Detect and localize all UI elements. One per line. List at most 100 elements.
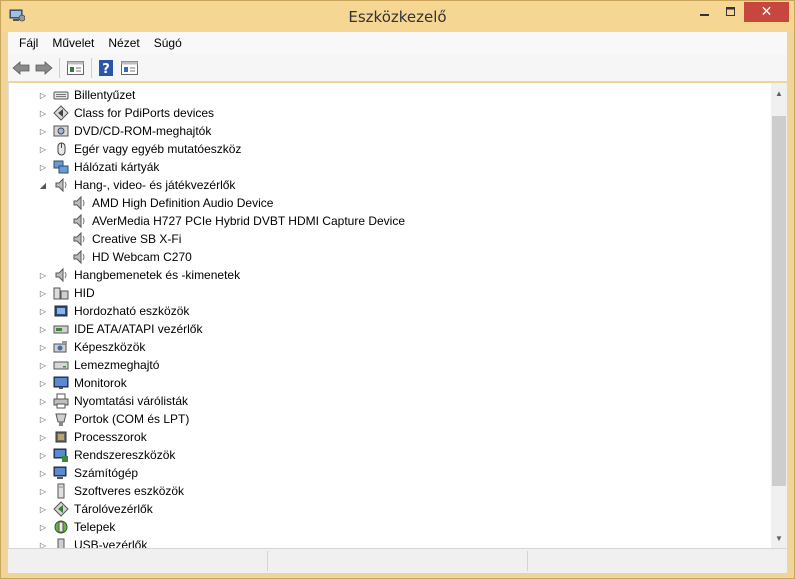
tree-item[interactable]: ◢ Hang-, video- és játékvezérlők — [9, 176, 769, 194]
tree-item[interactable]: ▷ Monitorok — [9, 374, 769, 392]
back-button[interactable] — [12, 59, 30, 77]
network-icon — [53, 159, 69, 175]
tree-item[interactable]: ▷ Hordozható eszközök — [9, 302, 769, 320]
tree-item-label: Processzorok — [74, 430, 147, 444]
monitor-icon — [53, 375, 69, 391]
port-icon — [53, 411, 69, 427]
portable-device-icon — [53, 303, 69, 319]
expand-arrow-icon[interactable]: ▷ — [39, 378, 47, 388]
menu-file[interactable]: Fájl — [12, 36, 45, 50]
tree-item[interactable]: ▷ Lemezmeghajtó — [9, 356, 769, 374]
camera-icon — [53, 339, 69, 355]
tree-item-label: Class for PdiPorts devices — [74, 106, 215, 120]
expand-arrow-icon[interactable]: ▷ — [39, 360, 47, 370]
menu-help[interactable]: Súgó — [147, 36, 189, 50]
tree-item[interactable]: ▷ Nyomtatási várólisták — [9, 392, 769, 410]
tree-item[interactable]: AMD High Definition Audio Device — [9, 194, 769, 212]
expand-arrow-icon[interactable]: ▷ — [39, 414, 47, 424]
speaker-icon — [53, 177, 69, 193]
status-divider — [267, 551, 268, 571]
expand-arrow-icon[interactable]: ▷ — [39, 468, 47, 478]
keyboard-icon — [53, 87, 69, 103]
close-button[interactable]: ✕ — [744, 2, 789, 22]
hid-icon — [53, 285, 69, 301]
expand-arrow-icon[interactable]: ▷ — [39, 396, 47, 406]
expand-arrow-icon[interactable]: ▷ — [39, 432, 47, 442]
tree-item[interactable]: AVerMedia H727 PCIe Hybrid DVBT HDMI Cap… — [9, 212, 769, 230]
expand-arrow-icon[interactable]: ▷ — [39, 522, 47, 532]
help-button[interactable]: ? — [97, 59, 115, 77]
tree-item-label: Szoftveres eszközök — [74, 484, 185, 498]
status-bar — [8, 548, 787, 573]
minimize-button[interactable] — [692, 2, 718, 22]
expand-arrow-icon[interactable]: ▷ — [39, 306, 47, 316]
tree-item[interactable]: Creative SB X-Fi — [9, 230, 769, 248]
scroll-up-icon[interactable]: ▲ — [771, 85, 787, 101]
menu-action[interactable]: Művelet — [45, 36, 101, 50]
tree-item[interactable]: HD Webcam C270 — [9, 248, 769, 266]
properties-icon — [66, 61, 84, 75]
help-icon: ? — [99, 60, 113, 76]
tree-item-label: AVerMedia H727 PCIe Hybrid DVBT HDMI Cap… — [92, 214, 406, 228]
expand-arrow-icon[interactable]: ▷ — [39, 270, 47, 280]
vertical-scrollbar[interactable]: ▲ ▼ — [771, 83, 787, 548]
svg-text:?: ? — [102, 62, 110, 76]
title-bar[interactable]: Eszközkezelő ✕ — [1, 1, 794, 32]
expand-arrow-icon[interactable]: ▷ — [39, 144, 47, 154]
tree-item-label: Telepek — [74, 520, 116, 534]
expand-arrow-icon[interactable]: ▷ — [39, 108, 47, 118]
tree-item[interactable]: ▷ Rendszereszközök — [9, 446, 769, 464]
tree-item-label: HID — [74, 286, 95, 300]
forward-button[interactable] — [35, 59, 53, 77]
tree-item[interactable]: ▷ Szoftveres eszközök — [9, 482, 769, 500]
expand-arrow-icon[interactable]: ▷ — [39, 288, 47, 298]
toolbar-separator — [59, 58, 60, 78]
tree-item[interactable]: ▷ Portok (COM és LPT) — [9, 410, 769, 428]
tree-item[interactable]: ▷ DVD/CD-ROM-meghajtók — [9, 122, 769, 140]
tree-item[interactable]: ▷ Képeszközök — [9, 338, 769, 356]
expand-arrow-icon[interactable]: ▷ — [39, 126, 47, 136]
expand-arrow-icon[interactable]: ▷ — [39, 504, 47, 514]
minimize-icon — [700, 14, 709, 16]
scroll-down-icon[interactable]: ▼ — [771, 530, 787, 546]
battery-icon — [53, 519, 69, 535]
device-manager-window: Eszközkezelő ✕ Fájl Művelet Nézet Súgó ? — [0, 0, 795, 579]
expand-arrow-icon[interactable]: ▷ — [39, 540, 47, 549]
tree-item[interactable]: ▷ USB-vezérlők — [9, 536, 769, 548]
collapse-arrow-icon[interactable]: ◢ — [39, 180, 47, 190]
expand-arrow-icon[interactable]: ▷ — [39, 324, 47, 334]
properties-button[interactable] — [66, 59, 84, 77]
tree-item[interactable]: ▷ Processzorok — [9, 428, 769, 446]
scrollbar-thumb[interactable] — [772, 116, 786, 486]
expand-arrow-icon[interactable]: ▷ — [39, 90, 47, 100]
tree-item[interactable]: ▷ IDE ATA/ATAPI vezérlők — [9, 320, 769, 338]
expand-arrow-icon[interactable]: ▷ — [39, 450, 47, 460]
tree-item[interactable]: ▷ Class for PdiPorts devices — [9, 104, 769, 122]
tree-item[interactable]: ▷ Tárolóvezérlők — [9, 500, 769, 518]
tree-item[interactable]: ▷ HID — [9, 284, 769, 302]
tree-item-label: Rendszereszközök — [74, 448, 176, 462]
maximize-button[interactable] — [718, 2, 744, 22]
expand-arrow-icon[interactable]: ▷ — [39, 342, 47, 352]
tree-item[interactable]: ▷ Telepek — [9, 518, 769, 536]
tree-item[interactable]: ▷ Billentyűzet — [9, 86, 769, 104]
toolbar: ? — [8, 54, 787, 82]
tree-item-label: Hangbemenetek és -kimenetek — [74, 268, 241, 282]
tree-item-label: DVD/CD-ROM-meghajtók — [74, 124, 212, 138]
speaker-icon — [71, 249, 87, 265]
tree-item[interactable]: ▷ Hálózati kártyák — [9, 158, 769, 176]
forward-arrow-icon — [35, 61, 53, 75]
tree-item-label: Billentyűzet — [74, 88, 136, 102]
tree-item-label: Lemezmeghajtó — [74, 358, 160, 372]
menu-view[interactable]: Nézet — [101, 36, 146, 50]
tree-item[interactable]: ▷ Egér vagy egyéb mutatóeszköz — [9, 140, 769, 158]
tree-item[interactable]: ▷ Számítógép — [9, 464, 769, 482]
speaker-icon — [71, 231, 87, 247]
expand-arrow-icon[interactable]: ▷ — [39, 486, 47, 496]
status-divider — [527, 551, 528, 571]
processor-icon — [53, 429, 69, 445]
tree-item[interactable]: ▷ Hangbemenetek és -kimenetek — [9, 266, 769, 284]
update-driver-button[interactable] — [120, 59, 138, 77]
device-tree[interactable]: ▷ Billentyűzet ▷ Class for PdiPorts devices… — [8, 83, 772, 548]
expand-arrow-icon[interactable]: ▷ — [39, 162, 47, 172]
